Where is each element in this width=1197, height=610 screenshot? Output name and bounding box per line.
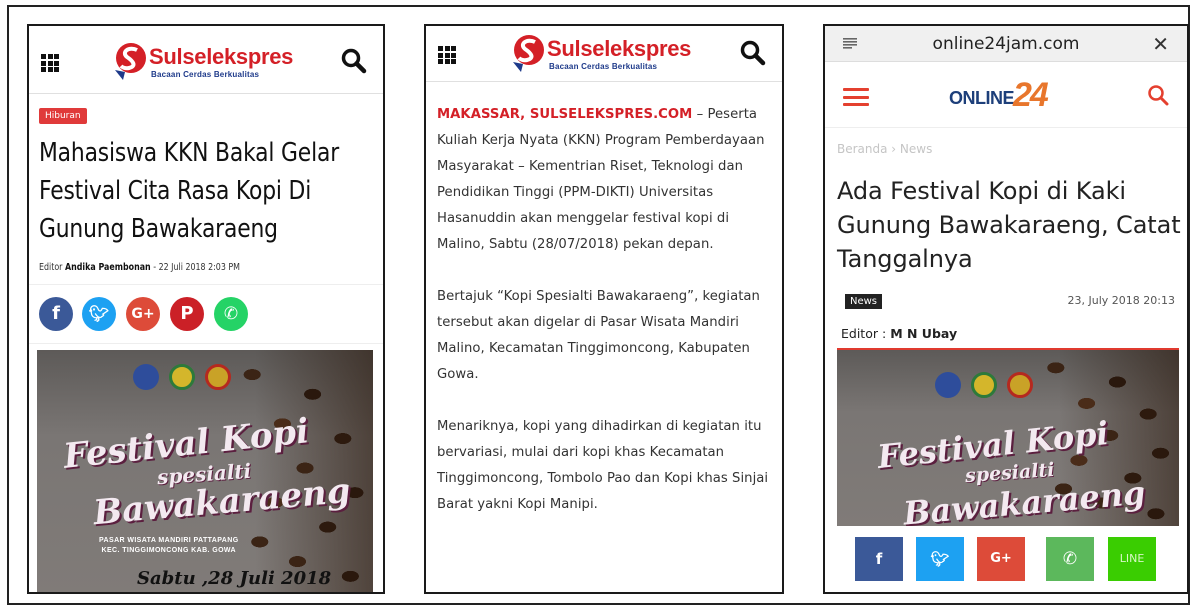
article-body: MAKASSAR, SULSELEKSPRES.COM – Peserta Ku…: [437, 102, 777, 544]
menu-grid-icon[interactable]: [438, 46, 456, 64]
poster-logos: [935, 372, 1033, 398]
kkn-logo-icon: [935, 372, 961, 398]
site-header: ONLINE 24: [825, 62, 1187, 128]
brand-name: Sulselekspres: [149, 44, 294, 69]
byline-author[interactable]: Andika Paembonan: [65, 262, 151, 273]
article-dateline: MAKASSAR, SULSELEKSPRES.COM: [437, 107, 693, 122]
google-plus-share-button[interactable]: G+: [126, 297, 160, 331]
phone-sulselekspres-article-body: Sulselekspres Bacaan Cerdas Berkualitas …: [424, 24, 784, 594]
sulselekspres-logo-icon: [115, 43, 146, 80]
site-logo[interactable]: Sulselekspres Bacaan Cerdas Berkualitas: [111, 40, 301, 84]
share-bar: f 🐦︎ G+ ✆ LINE: [825, 526, 1187, 592]
browser-url-bar: online24jam.com ✕: [825, 26, 1187, 62]
unhas-logo-icon: [971, 372, 997, 398]
url-text[interactable]: online24jam.com: [825, 34, 1187, 54]
facebook-share-button[interactable]: f: [39, 297, 73, 331]
hamburger-menu-icon[interactable]: [843, 88, 869, 106]
byline-separator: -: [150, 262, 159, 273]
article-headline: Ada Festival Kopi di Kaki Gunung Bawakar…: [837, 177, 1181, 273]
share-buttons: f 🐦︎ G+ P ✆: [29, 284, 383, 344]
pinterest-share-button[interactable]: P: [170, 297, 204, 331]
poster-place-line2: KEC. TINGGIMONCONG KAB. GOWA: [101, 547, 237, 554]
sulselekspres-logo-icon: [513, 35, 544, 72]
kkn-logo-icon: [133, 364, 159, 390]
article-editor: Editor :M N Ubay: [841, 326, 957, 341]
poster-date: Sabtu ,28 Juli 2018: [137, 568, 332, 589]
festival-poster-image: Festival Kopi spesialti Bawakaraeng: [837, 350, 1179, 528]
close-icon[interactable]: ✕: [1152, 32, 1169, 56]
line-share-button[interactable]: LINE: [1108, 537, 1156, 581]
twitter-share-button[interactable]: 🐦︎: [82, 297, 116, 331]
category-badge[interactable]: Hiburan: [39, 108, 87, 124]
facebook-icon: f: [52, 303, 60, 324]
byline-date: 22 Juli 2018 2:03 PM: [158, 262, 241, 273]
search-icon[interactable]: [341, 48, 367, 74]
poster-place: PASAR WISATA MANDIRI PATTAPANG KEC. TING…: [99, 536, 239, 556]
facebook-share-button[interactable]: f: [855, 537, 903, 581]
pinterest-icon: P: [180, 303, 194, 324]
phone-online24jam-article: online24jam.com ✕ ONLINE 24 Beranda › Ne…: [823, 24, 1189, 594]
brand-text: ONLINE: [949, 88, 1015, 108]
site-header: Sulselekspres Bacaan Cerdas Berkualitas: [29, 26, 383, 94]
search-icon[interactable]: [740, 40, 766, 66]
article-paragraph: MAKASSAR, SULSELEKSPRES.COM – Peserta Ku…: [437, 102, 777, 258]
google-plus-share-button[interactable]: G+: [977, 537, 1025, 581]
article-headline: Mahasiswa KKN Bakal Gelar Festival Cita …: [39, 138, 340, 244]
paragraph-text: – Peserta Kuliah Kerja Nyata (KKN) Progr…: [437, 107, 765, 252]
phone-sulselekspres-article-top: Sulselekspres Bacaan Cerdas Berkualitas …: [27, 24, 385, 594]
byline-label: Editor: [39, 262, 63, 273]
category-tag[interactable]: News: [845, 294, 883, 309]
article-paragraph: Menariknya, kopi yang dihadirkan di kegi…: [437, 419, 769, 512]
site-header: Sulselekspres Bacaan Cerdas Berkualitas: [426, 26, 782, 82]
unhas-logo-icon: [169, 364, 195, 390]
gowa-logo-icon: [205, 364, 231, 390]
whatsapp-icon: ✆: [223, 304, 239, 324]
line-icon: LINE: [1119, 552, 1145, 565]
brand-tagline: Bacaan Cerdas Berkualitas: [151, 70, 260, 79]
menu-grid-icon[interactable]: [41, 54, 59, 72]
twitter-share-button[interactable]: 🐦︎: [916, 537, 964, 581]
festival-poster-image: Festival Kopi spesialti Bawakaraeng PASA…: [37, 350, 373, 592]
article-byline: Editor Andika Paembonan - 22 Juli 2018 2…: [39, 262, 240, 273]
search-icon[interactable]: [1147, 84, 1169, 106]
google-plus-icon: G+: [990, 551, 1012, 566]
editor-label: Editor :: [841, 326, 887, 341]
brand-tagline: Bacaan Cerdas Berkualitas: [549, 62, 658, 71]
site-logo[interactable]: ONLINE 24: [949, 76, 1069, 118]
article-date: 23, July 2018 20:13: [1067, 294, 1175, 307]
brand-number: 24: [1013, 76, 1049, 114]
article-paragraph: Bertajuk “Kopi Spesialti Bawakaraeng”, k…: [437, 289, 760, 382]
site-logo[interactable]: Sulselekspres Bacaan Cerdas Berkualitas: [509, 32, 699, 76]
facebook-icon: f: [875, 550, 883, 568]
twitter-icon: 🐦︎: [930, 550, 950, 568]
whatsapp-share-button[interactable]: ✆: [1046, 537, 1094, 581]
whatsapp-share-button[interactable]: ✆: [214, 297, 248, 331]
whatsapp-icon: ✆: [1062, 549, 1078, 569]
twitter-icon: 🐦︎: [88, 304, 110, 323]
breadcrumb[interactable]: Beranda › News: [837, 142, 932, 156]
poster-place-line1: PASAR WISATA MANDIRI PATTAPANG: [99, 537, 239, 544]
google-plus-icon: G+: [131, 306, 155, 322]
brand-name: Sulselekspres: [547, 36, 692, 61]
editor-name[interactable]: M N Ubay: [890, 326, 957, 341]
gowa-logo-icon: [1007, 372, 1033, 398]
poster-logos: [133, 364, 231, 390]
